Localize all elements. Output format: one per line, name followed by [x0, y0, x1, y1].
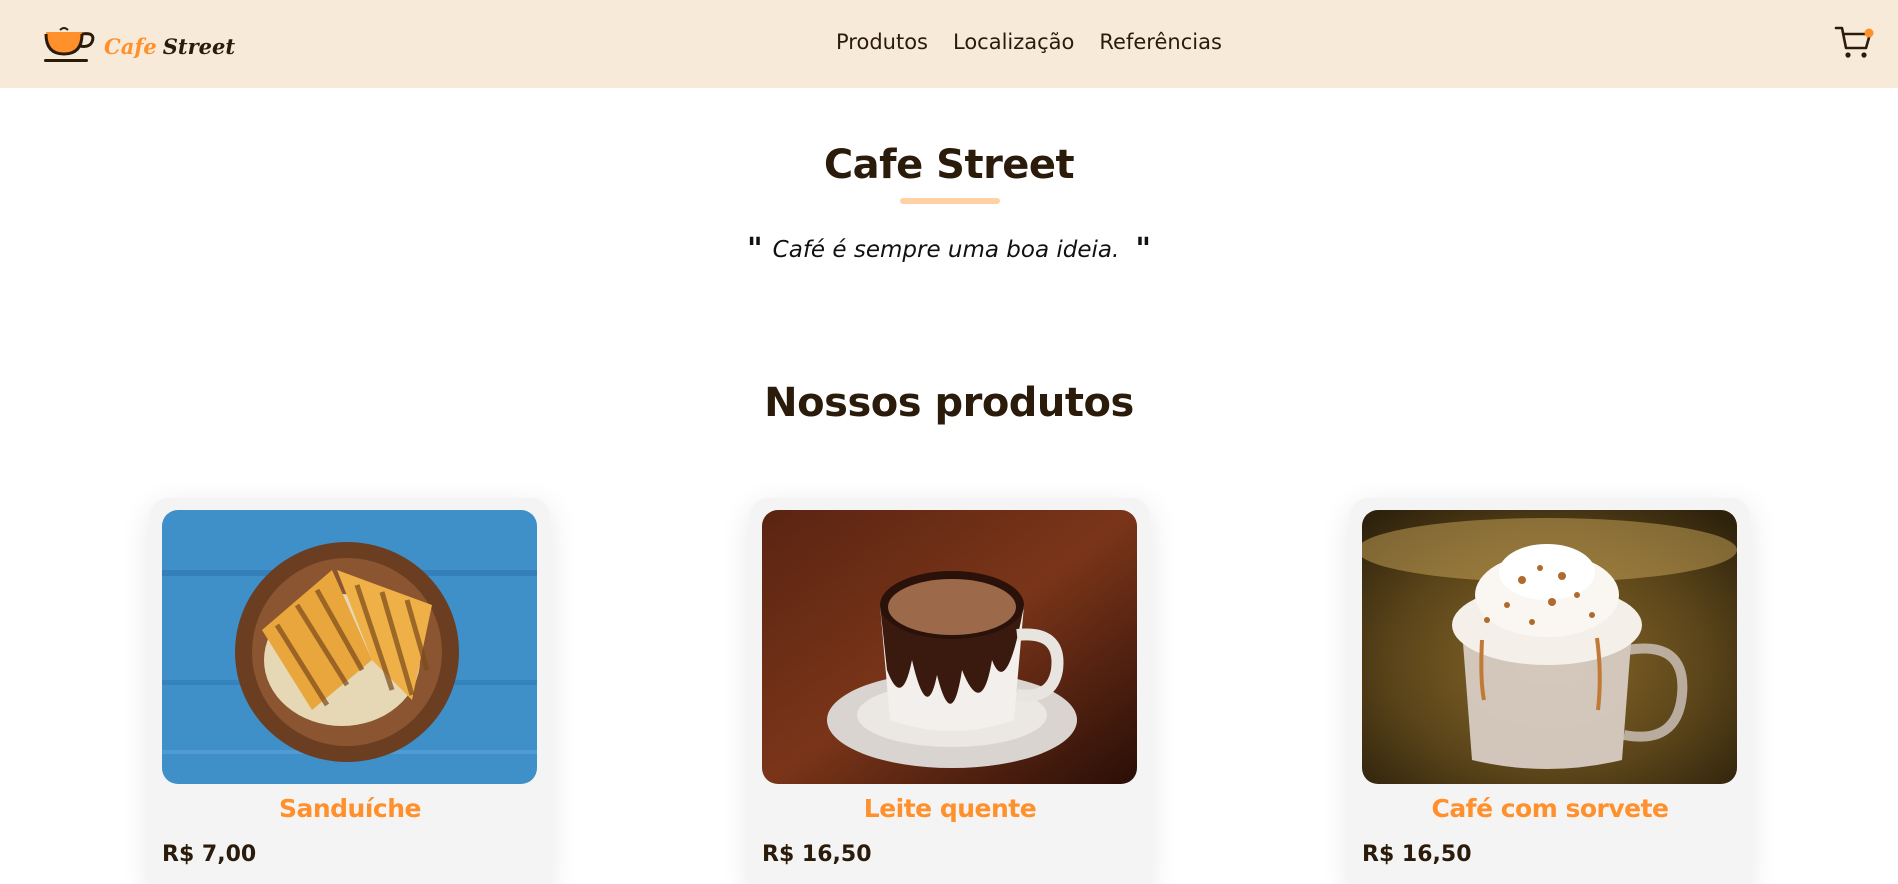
product-card-cafe-com-sorvete[interactable]: Café com sorvete R$ 16,50: [1350, 498, 1750, 884]
product-card-sanduiche[interactable]: Sanduíche R$ 7,00: [150, 498, 550, 884]
sandwich-photo: [162, 510, 537, 784]
logo[interactable]: Cafe Street: [42, 26, 235, 66]
coffee-ice-cream-photo: [1362, 510, 1737, 784]
coffee-cup-logo-icon: [44, 27, 95, 62]
quote-close-mark: ": [1135, 232, 1151, 267]
product-price: R$ 7,00: [162, 842, 257, 867]
title-underline: [900, 198, 1000, 204]
cart-icon[interactable]: [1834, 24, 1874, 64]
products-section-title: Nossos produtos: [764, 380, 1134, 426]
hot-milk-photo: [762, 510, 1137, 784]
product-price: R$ 16,50: [762, 842, 872, 867]
main-nav: Produtos Localização Referências: [836, 28, 1247, 56]
tagline-quote: " Café é sempre uma boa ideia. ": [0, 232, 1898, 267]
quote-open-mark: ": [747, 232, 763, 267]
site-header: Cafe Street Produtos Localização Referênc…: [0, 0, 1898, 88]
logo-text-street: Street: [162, 33, 236, 59]
logo-text-cafe: Cafe: [104, 33, 157, 59]
product-name: Café com sorvete: [1431, 794, 1669, 823]
nav-link-localizacao[interactable]: Localização: [953, 28, 1074, 56]
tagline-text: Café é sempre uma boa ideia.: [772, 237, 1120, 263]
product-name: Sanduíche: [278, 794, 422, 823]
product-price: R$ 16,50: [1362, 842, 1472, 867]
cart-badge: [1864, 28, 1874, 38]
product-card-leite-quente[interactable]: Leite quente R$ 16,50: [750, 498, 1150, 884]
nav-link-produtos[interactable]: Produtos: [836, 28, 928, 56]
nav-link-referencias[interactable]: Referências: [1099, 28, 1221, 56]
product-name: Leite quente: [863, 794, 1037, 823]
page-title: Cafe Street: [823, 142, 1075, 188]
